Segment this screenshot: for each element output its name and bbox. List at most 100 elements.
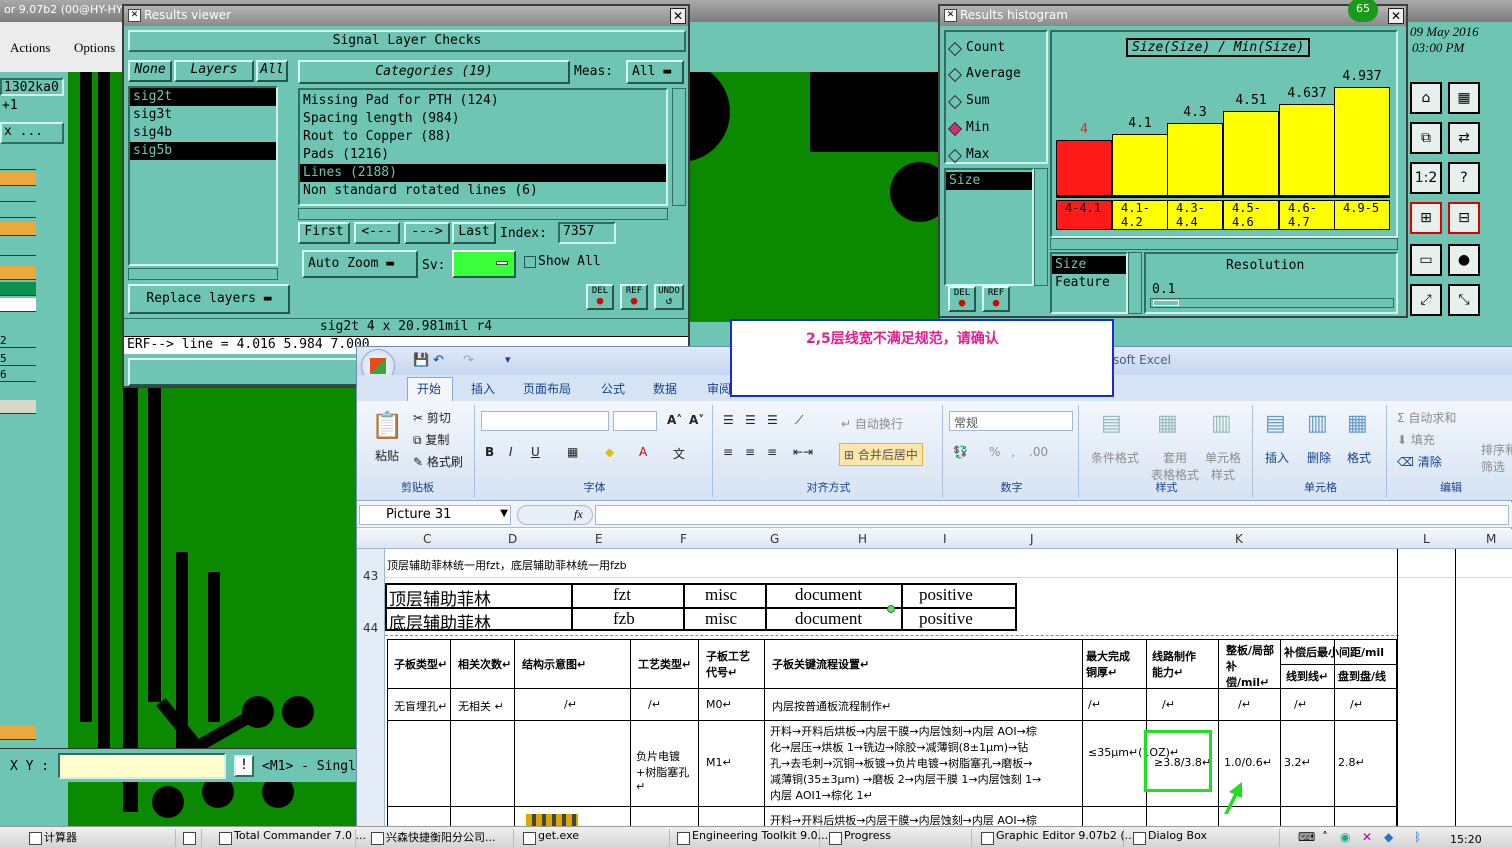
sum-option[interactable]: Sum	[946, 93, 989, 108]
format-table-button[interactable]: 套用 表格格式	[1151, 449, 1199, 483]
column-header[interactable]: I	[943, 532, 947, 546]
categories-hscrollbar[interactable]	[298, 208, 668, 220]
grid-icon[interactable]: ⊞	[1410, 202, 1442, 234]
layer-item[interactable]: sig5b	[130, 142, 276, 160]
decimal-icon[interactable]: .00	[1029, 445, 1048, 459]
sort-filter-button[interactable]: 排序和 筛选	[1481, 441, 1512, 475]
attribute-item[interactable]: Size	[946, 172, 1032, 190]
all-button[interactable]: All	[256, 60, 288, 82]
size-item[interactable]: Size	[1052, 256, 1126, 274]
layer-item[interactable]: sig3t	[130, 106, 276, 124]
conditional-format-button[interactable]: 条件格式	[1091, 449, 1139, 466]
histogram-bar[interactable]	[1223, 111, 1279, 196]
layer-strip-9[interactable]	[0, 298, 36, 312]
histogram-bin-label[interactable]: 4.1-4.2	[1112, 200, 1168, 230]
delete-button[interactable]: 删除	[1307, 449, 1331, 466]
worksheet[interactable]: 顶层辅助菲林统一用fzt，底层辅助菲林统一用fzb 顶层辅助菲林 fzt mis…	[385, 549, 1512, 827]
layer-item[interactable]: sig2t	[130, 88, 276, 106]
split-icon[interactable]: ⇄	[1448, 122, 1480, 154]
border-icon[interactable]: ▦	[567, 445, 578, 459]
min-option[interactable]: Min	[946, 120, 989, 135]
histogram-bar[interactable]	[1167, 123, 1223, 196]
copy-button[interactable]: ⧉ 复制	[413, 431, 449, 448]
attribute-list[interactable]: Size	[944, 168, 1034, 286]
taskbar-item-get-exe[interactable]: get.exe	[520, 829, 670, 847]
layer-strip-8[interactable]	[0, 282, 36, 296]
merge-center-button[interactable]: ⊞ 合并后居中	[839, 443, 923, 466]
category-item[interactable]: Missing Pad for PTH (124)	[300, 92, 666, 110]
layer-strip-11[interactable]	[0, 726, 36, 740]
orientation-icon[interactable]: ⟋	[795, 413, 803, 428]
insert-button[interactable]: 插入	[1265, 449, 1289, 466]
column-header[interactable]: E	[595, 532, 603, 546]
column-header[interactable]: D	[508, 532, 517, 546]
percent-icon[interactable]: %	[989, 445, 1000, 459]
currency-icon[interactable]: 💱	[953, 445, 968, 459]
cell-c43[interactable]: 顶层辅助菲林统一用fzt，底层辅助菲林统一用fzb	[387, 557, 627, 573]
layer-strip-3[interactable]	[0, 188, 36, 202]
fill-color-icon[interactable]: ◆	[605, 445, 614, 459]
cell-styles-button[interactable]: 单元格 样式	[1205, 449, 1241, 483]
histogram-bar[interactable]	[1279, 104, 1335, 196]
ruler-icon[interactable]: ▭	[1410, 244, 1442, 276]
route-icon[interactable]: ⤢	[1410, 284, 1442, 316]
grow-font-icon[interactable]: A˄	[667, 413, 682, 427]
histogram-bin-label[interactable]: 4.3-4.4	[1167, 200, 1223, 230]
first-button[interactable]: First	[298, 222, 350, 244]
layer-strip-6[interactable]	[0, 242, 36, 256]
layers-list[interactable]: sig2t sig3t sig4b sig5b	[128, 86, 278, 266]
max-option[interactable]: Max	[946, 147, 989, 162]
show-all-checkbox[interactable]	[524, 256, 536, 268]
tab-page-layout[interactable]: 页面布局	[523, 380, 571, 397]
column-header[interactable]: M	[1486, 532, 1496, 546]
chevron-up-icon[interactable]: ˄	[1322, 830, 1328, 844]
font-name-box[interactable]	[481, 411, 609, 431]
xy-input[interactable]	[58, 753, 226, 779]
bluetooth-icon[interactable]: ᛒ	[1414, 830, 1421, 844]
save-icon[interactable]: 💾	[413, 353, 429, 368]
column-header[interactable]: L	[1423, 532, 1430, 546]
taskbar-item-app[interactable]	[180, 829, 202, 847]
del-button[interactable]: DEL ●	[948, 286, 976, 312]
italic-icon[interactable]: I	[509, 445, 513, 459]
layout-icon[interactable]: ▦	[1448, 82, 1480, 114]
help-icon[interactable]: ?	[1448, 162, 1480, 194]
undo-icon[interactable]: ↶	[433, 353, 444, 368]
format-button[interactable]: 格式	[1347, 449, 1371, 466]
taskbar-item-dialog-box[interactable]: Dialog Box	[1130, 829, 1280, 847]
size-feature-vscrollbar[interactable]	[1128, 252, 1142, 314]
measure-icon[interactable]: ⊟	[1448, 202, 1480, 234]
category-item[interactable]: Spacing length (984)	[300, 110, 666, 128]
shrink-font-icon[interactable]: A˅	[689, 413, 704, 427]
align-center-icon[interactable]: ≡	[745, 445, 755, 459]
fx-icon[interactable]: fx	[574, 507, 583, 522]
redo-icon[interactable]: ↷	[463, 353, 474, 368]
next-button[interactable]: --->	[404, 222, 450, 244]
taskbar-item-progress[interactable]: Progress	[826, 829, 972, 847]
layers-hscrollbar[interactable]	[128, 268, 278, 280]
paste-button[interactable]: 粘贴	[375, 447, 399, 464]
font-size-box[interactable]	[613, 411, 657, 431]
column-header[interactable]: C	[423, 532, 431, 546]
fill-button[interactable]: ⬇ 填充	[1397, 431, 1435, 448]
ref-button[interactable]: REF ●	[620, 284, 648, 310]
phonetic-icon[interactable]: 文	[673, 445, 685, 462]
del-button[interactable]: DEL ●	[586, 284, 614, 310]
close-icon[interactable]: ✕	[670, 8, 686, 24]
auto-zoom-dropdown[interactable]: Auto Zoom ▬	[302, 250, 418, 278]
taskbar-item-browser[interactable]: 兴森快捷衡阳分公司...	[368, 829, 514, 847]
layer-strip-7[interactable]	[0, 266, 36, 280]
record-icon[interactable]: ●	[1448, 244, 1480, 276]
sv-color-dropdown[interactable]	[452, 250, 516, 278]
taskbar-item-graphic-editor[interactable]: Graphic Editor 9.07b2 (...	[978, 829, 1135, 847]
column-header[interactable]: K	[1235, 532, 1243, 546]
undo-button[interactable]: UNDO ↺	[654, 284, 684, 310]
align-left-icon[interactable]: ≡	[723, 445, 733, 459]
replace-layers-dropdown[interactable]: Replace layers ▬	[128, 284, 290, 314]
close-icon[interactable]: ✕	[1388, 8, 1404, 24]
comma-icon[interactable]: ,	[1011, 445, 1015, 459]
rotate-handle[interactable]	[887, 605, 895, 613]
histogram-bin-label[interactable]: 4-4.1	[1056, 200, 1112, 230]
layer-strip-4[interactable]	[0, 204, 36, 218]
chart-hscrollbar[interactable]	[1050, 238, 1398, 250]
